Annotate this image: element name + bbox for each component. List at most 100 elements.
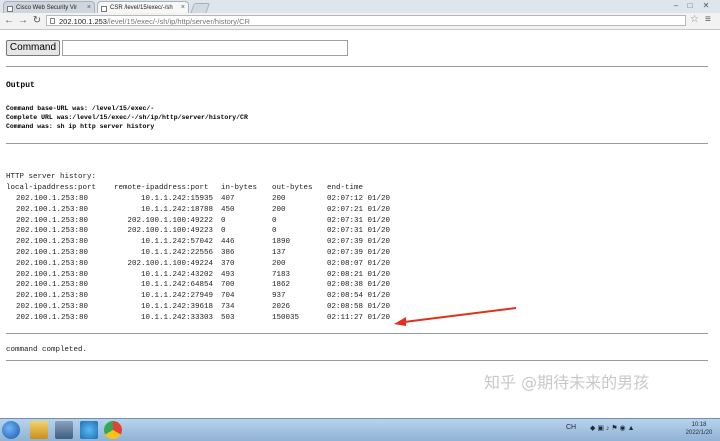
cell-in-bytes: 450 bbox=[221, 205, 235, 214]
cell-local: 202.100.1.253:80 bbox=[16, 216, 89, 225]
cell-remote: 10.1.1.242:64854 bbox=[140, 281, 213, 290]
cell-local: 202.100.1.253:80 bbox=[16, 205, 89, 214]
maximize-icon[interactable]: □ bbox=[684, 0, 696, 12]
menu-icon[interactable]: ≡ bbox=[705, 14, 711, 25]
close-tab-icon[interactable]: × bbox=[87, 2, 91, 13]
cell-remote: 10.1.1.242:15935 bbox=[140, 195, 213, 203]
cell-out-bytes: 137 bbox=[272, 249, 286, 257]
tab-title: CSR /level/15/exec/-/sh bbox=[110, 5, 173, 11]
address-bar[interactable]: 202.100.1.253/level/15/exec/-/sh/ip/http… bbox=[46, 15, 686, 26]
divider bbox=[6, 360, 708, 361]
reload-icon[interactable]: ↻ bbox=[32, 15, 42, 27]
cell-end-time: 02:07:31 01/20 bbox=[327, 216, 391, 225]
cell-out-bytes: 937 bbox=[272, 292, 286, 301]
cell-out-bytes: 0 bbox=[272, 216, 277, 225]
page-icon bbox=[50, 18, 55, 24]
page-favicon-icon bbox=[7, 5, 13, 12]
cell-end-time: 02:07:31 01/20 bbox=[327, 227, 391, 236]
cell-end-time: 02:08:38 01/20 bbox=[327, 281, 391, 290]
base-url-line: Command base-URL was: /level/15/exec/- bbox=[6, 105, 155, 112]
cell-out-bytes: 7183 bbox=[272, 270, 291, 279]
start-button[interactable] bbox=[2, 421, 20, 439]
command-line: Command was: sh ip http server history bbox=[6, 123, 155, 130]
cell-remote: 202.100.1.100:49223 bbox=[127, 227, 213, 236]
column-header-local: local-ipaddress:port bbox=[6, 184, 97, 192]
clock-date: 2022/1/20 bbox=[685, 430, 713, 436]
divider bbox=[6, 143, 708, 144]
cell-local: 202.100.1.253:80 bbox=[16, 270, 89, 279]
cell-end-time: 02:07:21 01/20 bbox=[327, 205, 391, 214]
cell-out-bytes: 0 bbox=[272, 227, 277, 236]
cell-out-bytes: 200 bbox=[272, 259, 286, 268]
completed-message: command completed. bbox=[6, 346, 88, 354]
close-window-icon[interactable]: ✕ bbox=[700, 0, 712, 12]
terminal-icon[interactable] bbox=[55, 421, 73, 439]
cell-remote: 10.1.1.242:39618 bbox=[140, 303, 213, 311]
output-heading: Output bbox=[6, 81, 35, 90]
cell-out-bytes: 1890 bbox=[272, 238, 291, 247]
cell-out-bytes: 200 bbox=[272, 195, 286, 203]
back-icon[interactable]: ← bbox=[4, 15, 14, 27]
cell-remote: 10.1.1.242:22556 bbox=[140, 249, 213, 257]
media-player-icon[interactable] bbox=[30, 421, 48, 439]
url-host: 202.100.1.253 bbox=[59, 17, 107, 26]
cell-local: 202.100.1.253:80 bbox=[16, 313, 89, 322]
cell-remote: 10.1.1.242:33303 bbox=[140, 313, 213, 322]
cell-remote: 10.1.1.242:27949 bbox=[140, 292, 213, 301]
tab-strip: Cisco Web Security Vir × CSR /level/15/e… bbox=[0, 0, 720, 14]
tab-cisco-web-security[interactable]: Cisco Web Security Vir × bbox=[3, 1, 95, 13]
cell-in-bytes: 503 bbox=[221, 313, 235, 322]
tray-icons[interactable]: ◆ ▣ ♪ ⚑ ◉ ▲ bbox=[590, 424, 635, 432]
cell-in-bytes: 704 bbox=[221, 292, 235, 301]
clock[interactable]: 10:18 2022/1/20 bbox=[682, 421, 716, 437]
cell-local: 202.100.1.253:80 bbox=[16, 292, 89, 301]
annotation-arrow bbox=[394, 307, 517, 326]
command-input[interactable] bbox=[62, 40, 348, 56]
divider bbox=[6, 333, 708, 334]
url-path: /level/15/exec/-/sh/ip/http/server/histo… bbox=[106, 17, 250, 26]
cell-remote: 10.1.1.242:57042 bbox=[140, 238, 213, 247]
cell-end-time: 02:07:12 01/20 bbox=[327, 195, 391, 203]
cell-in-bytes: 0 bbox=[221, 216, 226, 225]
watermark: 知乎 @期待未来的男孩 bbox=[484, 373, 650, 392]
command-button[interactable]: Command bbox=[6, 40, 60, 56]
cell-remote: 202.100.1.100:49222 bbox=[127, 216, 213, 225]
column-header-out-bytes: out-bytes bbox=[272, 184, 313, 192]
cell-in-bytes: 493 bbox=[221, 270, 235, 279]
cell-in-bytes: 407 bbox=[221, 195, 235, 203]
cell-local: 202.100.1.253:80 bbox=[16, 303, 89, 311]
complete-url-line: Complete URL was:/level/15/exec/-/sh/ip/… bbox=[6, 114, 248, 121]
close-tab-icon[interactable]: × bbox=[181, 2, 185, 13]
cell-end-time: 02:07:39 01/20 bbox=[327, 238, 391, 247]
cell-remote: 10.1.1.242:43202 bbox=[140, 270, 213, 279]
internet-explorer-icon[interactable] bbox=[80, 421, 98, 439]
bookmark-star-icon[interactable]: ☆ bbox=[690, 14, 699, 25]
browser-toolbar: ← → ↻ 202.100.1.253/level/15/exec/-/sh/i… bbox=[0, 13, 720, 30]
column-header-in-bytes: in-bytes bbox=[221, 184, 258, 192]
cell-local: 202.100.1.253:80 bbox=[16, 249, 89, 257]
cell-end-time: 02:11:27 01/20 bbox=[327, 313, 391, 322]
tab-csr-exec[interactable]: CSR /level/15/exec/-/sh × bbox=[97, 1, 189, 13]
cell-out-bytes: 150035 bbox=[272, 313, 300, 322]
cell-out-bytes: 200 bbox=[272, 205, 286, 214]
cell-in-bytes: 734 bbox=[221, 303, 235, 311]
cell-in-bytes: 386 bbox=[221, 249, 235, 257]
tab-title: Cisco Web Security Vir bbox=[16, 5, 78, 11]
language-indicator[interactable]: CH bbox=[566, 424, 576, 431]
minimize-icon[interactable]: – bbox=[670, 0, 682, 12]
cell-remote: 202.100.1.100:49224 bbox=[127, 259, 213, 268]
taskbar: CH ◆ ▣ ♪ ⚑ ◉ ▲ 10:18 2022/1/20 bbox=[0, 418, 720, 441]
cell-end-time: 02:08:07 01/20 bbox=[327, 259, 391, 268]
cell-local: 202.100.1.253:80 bbox=[16, 227, 89, 236]
chrome-icon[interactable] bbox=[104, 421, 122, 439]
cell-local: 202.100.1.253:80 bbox=[16, 259, 89, 268]
cell-end-time: 02:08:54 01/20 bbox=[327, 292, 391, 301]
cell-end-time: 02:07:39 01/20 bbox=[327, 249, 391, 257]
cell-out-bytes: 2026 bbox=[272, 303, 291, 311]
cell-local: 202.100.1.253:80 bbox=[16, 281, 89, 290]
cell-in-bytes: 370 bbox=[221, 259, 235, 268]
cell-end-time: 02:08:58 01/20 bbox=[327, 303, 391, 311]
forward-icon[interactable]: → bbox=[18, 15, 28, 27]
cell-remote: 10.1.1.242:18788 bbox=[140, 205, 213, 214]
clock-time: 10:18 bbox=[691, 422, 707, 428]
